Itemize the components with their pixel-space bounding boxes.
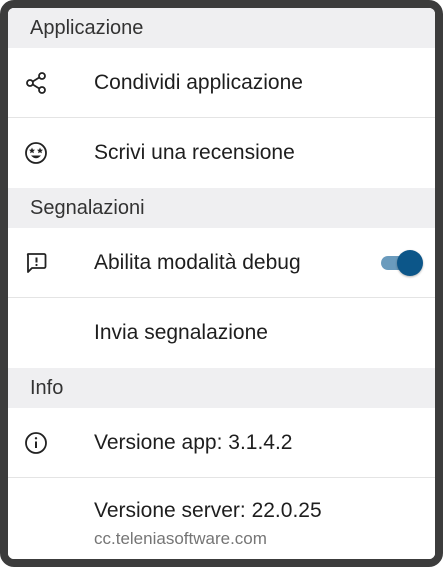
settings-screen: Applicazione Condividi applicazione Scri…: [8, 8, 435, 559]
send-report-label: Invia segnalazione: [94, 321, 268, 344]
server-host-label: cc.teleniasoftware.com: [94, 529, 267, 548]
info-circle-icon: [22, 429, 50, 457]
section-header-info: Info: [8, 368, 435, 408]
share-app-row[interactable]: Condividi applicazione: [8, 48, 435, 118]
section-header-label: Info: [30, 376, 64, 399]
star-struck-emoji-icon: [22, 139, 50, 167]
section-header-applicazione: Applicazione: [8, 8, 435, 48]
server-version-label: Versione server: 22.0.25: [94, 499, 322, 522]
write-review-row[interactable]: Scrivi una recensione: [8, 118, 435, 188]
feedback-alert-icon: [22, 249, 50, 277]
debug-mode-row[interactable]: Abilita modalità debug: [8, 228, 435, 298]
section-header-label: Applicazione: [30, 16, 144, 39]
server-version-row[interactable]: Versione server: 22.0.25 cc.teleniasoftw…: [8, 478, 435, 556]
debug-mode-toggle[interactable]: [379, 249, 423, 276]
app-version-row[interactable]: Versione app: 3.1.4.2: [8, 408, 435, 478]
share-app-label: Condividi applicazione: [94, 70, 303, 94]
toggle-thumb: [397, 249, 423, 276]
debug-mode-label: Abilita modalità debug: [94, 250, 301, 274]
app-version-label: Versione app: 3.1.4.2: [94, 430, 293, 454]
share-icon: [22, 69, 50, 97]
device-frame: Applicazione Condividi applicazione Scri…: [0, 0, 443, 567]
section-header-segnalazioni: Segnalazioni: [8, 188, 435, 228]
section-header-label: Segnalazioni: [30, 196, 145, 219]
write-review-label: Scrivi una recensione: [94, 141, 295, 164]
send-report-row[interactable]: Invia segnalazione: [8, 298, 435, 368]
